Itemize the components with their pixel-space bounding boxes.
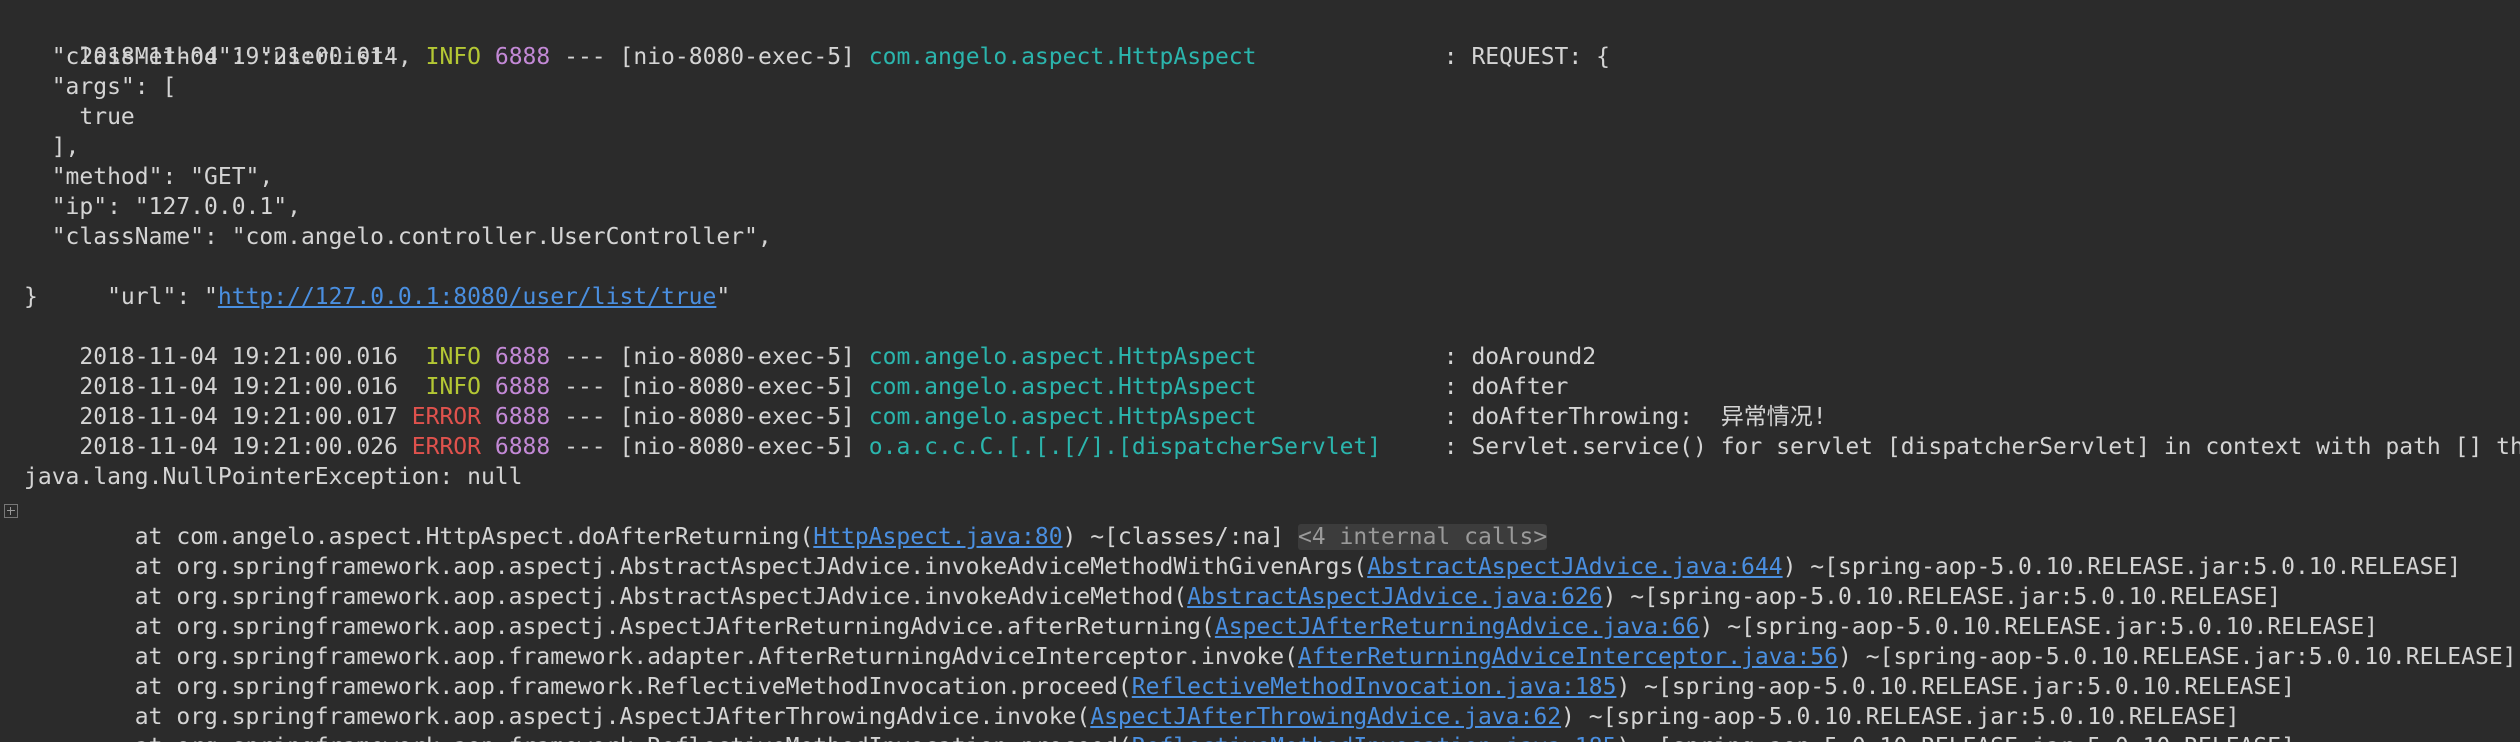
expand-fold-icon[interactable] bbox=[4, 504, 18, 518]
log-logger: com.angelo.aspect.HttpAspect bbox=[868, 44, 1257, 70]
stack-frame: at org.springframework.aop.aspectj.Aspec… bbox=[79, 614, 2379, 640]
json-line: "className": "com.angelo.controller.User… bbox=[24, 224, 772, 250]
json-line: "args": [ bbox=[24, 74, 177, 100]
log-line: 2018-11-04 19:21:00.016 INFO 6888 --- [n… bbox=[79, 374, 1569, 400]
json-line: ], bbox=[24, 134, 80, 160]
log-pid: 6888 bbox=[494, 44, 551, 70]
stack-frame: at org.springframework.aop.framework.ada… bbox=[79, 644, 2517, 670]
exception-line: java.lang.NullPointerException: null bbox=[24, 464, 523, 490]
log-logger: o.a.c.c.C.[.[.[/].[dispatcherServlet] bbox=[868, 434, 1382, 460]
log-line: 2018-11-04 19:21:00.016 INFO 6888 --- [n… bbox=[79, 344, 1597, 370]
stack-frame: at org.springframework.aop.aspectj.Abstr… bbox=[79, 584, 2282, 610]
json-line: "method": "GET", bbox=[24, 164, 274, 190]
log-line-error: 2018-11-04 19:21:00.026 ERROR 6888 --- [… bbox=[24, 402, 2520, 460]
log-thread: [nio-8080-exec-5] bbox=[619, 434, 855, 460]
stack-frame: at org.springframework.aop.aspectj.Abstr… bbox=[79, 554, 2462, 580]
json-close: } bbox=[24, 284, 38, 310]
console-output: 2018-11-04 19:21:00.014 INFO 6888 --- [n… bbox=[0, 0, 2520, 742]
log-message: : REQUEST: { bbox=[1443, 44, 1610, 70]
log-timestamp: 2018-11-04 19:21:00.026 bbox=[79, 434, 398, 460]
json-line: true bbox=[24, 104, 135, 130]
stack-frame: at org.springframework.aop.framework.Ref… bbox=[79, 674, 2295, 700]
source-link[interactable]: ReflectiveMethodInvocation.java:185 bbox=[1132, 734, 1617, 742]
json-line: "classMethod": "userList", bbox=[24, 44, 412, 70]
json-line-url: "url": "http://127.0.0.1:8080/user/list/… bbox=[79, 284, 731, 310]
log-pid: 6888 bbox=[494, 434, 551, 460]
log-message: : Servlet.service() for servlet [dispatc… bbox=[1443, 434, 2520, 460]
log-line-request: 2018-11-04 19:21:00.014 INFO 6888 --- [n… bbox=[79, 44, 1610, 70]
url-link[interactable]: http://127.0.0.1:8080/user/list/true bbox=[218, 284, 717, 310]
stack-frame: at org.springframework.aop.aspectj.Aspec… bbox=[79, 704, 2240, 730]
json-line: "ip": "127.0.0.1", bbox=[24, 194, 301, 220]
log-level: INFO bbox=[411, 44, 481, 70]
log-level: ERROR bbox=[411, 434, 481, 460]
log-line-error: 2018-11-04 19:21:00.017 ERROR 6888 --- [… bbox=[79, 404, 1827, 430]
log-thread: [nio-8080-exec-5] bbox=[619, 44, 855, 70]
stack-frame: at com.angelo.aspect.HttpAspect.doAfterR… bbox=[79, 524, 1548, 550]
stack-frame: at org.springframework.aop.framework.Ref… bbox=[24, 702, 2295, 742]
